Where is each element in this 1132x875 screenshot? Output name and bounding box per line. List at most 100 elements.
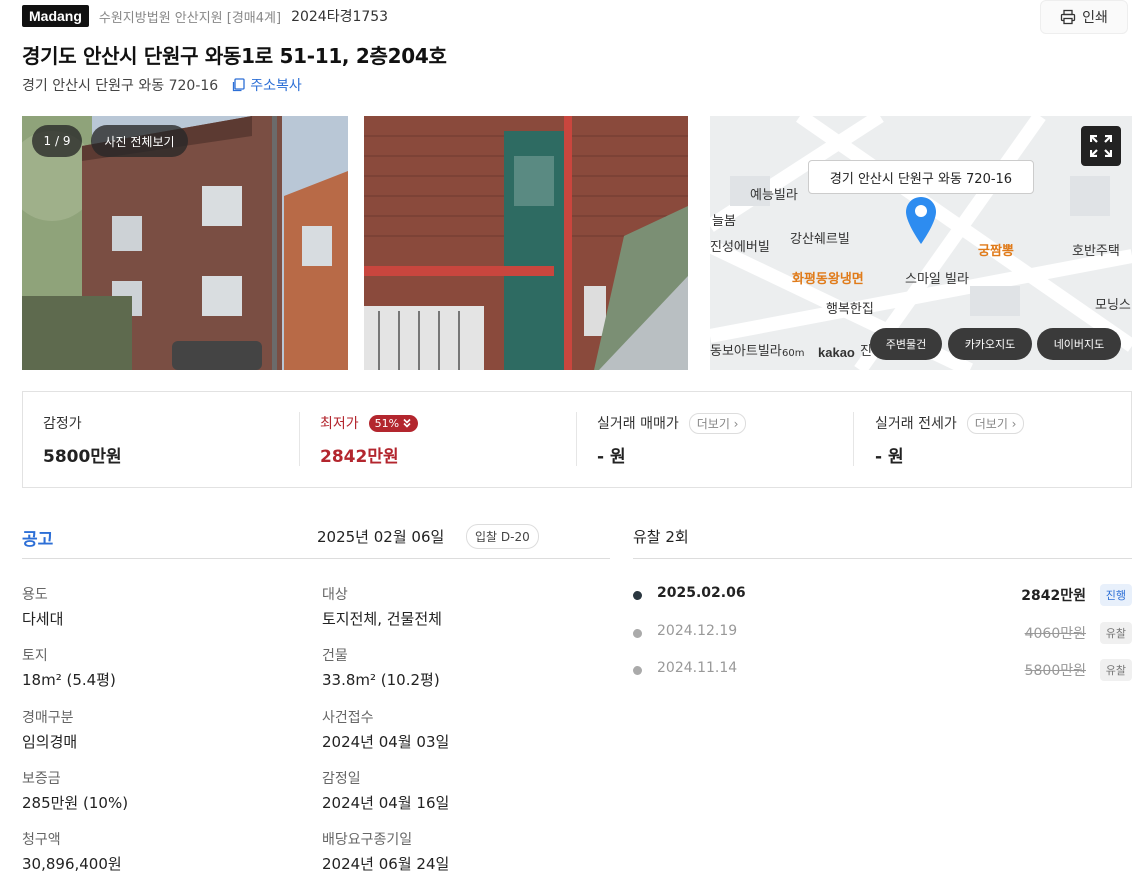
- jeonse-price: 실거래 전세가 더보기 › - 원: [875, 412, 1025, 468]
- copy-address-button[interactable]: 주소복사: [232, 75, 302, 95]
- divider: [299, 412, 300, 466]
- field-label: 대상: [322, 587, 348, 603]
- sale-label: 실거래 매매가: [597, 416, 679, 432]
- field-label: 용도: [22, 587, 48, 603]
- history-date: 2025.02.06: [657, 585, 746, 601]
- field-value: 2024년 04월 16일: [322, 794, 450, 812]
- court-name: 수원지방법원 안산지원 [경매4계]: [98, 10, 282, 26]
- naver-map-button[interactable]: 네이버지도: [1037, 328, 1121, 360]
- jeonse-more-button[interactable]: 더보기 ›: [966, 412, 1025, 434]
- field-value: 18m² (5.4평): [22, 671, 116, 689]
- map-label: 늘봄: [712, 214, 736, 229]
- appraisal-price: 감정가 5800만원: [43, 412, 122, 468]
- map-poi-label: 화평동왕냉면: [792, 272, 864, 287]
- appraisal-label: 감정가: [43, 416, 82, 432]
- status-badge: 유찰: [1099, 659, 1132, 681]
- field-case-received: 사건접수 2024년 04월 03일: [322, 707, 449, 752]
- kakao-logo: kakao: [818, 345, 855, 360]
- field-value: 다세대: [22, 610, 64, 628]
- field-usage: 용도 다세대: [22, 584, 63, 629]
- property-photo-2[interactable]: [364, 116, 688, 370]
- double-chevron-down-icon: [403, 418, 411, 428]
- history-title: 유찰 2회: [633, 528, 689, 546]
- field-target: 대상 토지전체, 건물전체: [322, 584, 442, 629]
- brand-logo[interactable]: Madang: [22, 5, 89, 27]
- history-row: 2025.02.06 2842만원 진행: [633, 584, 1132, 606]
- copy-label: 주소복사: [250, 78, 302, 94]
- field-value: 토지전체, 건물전체: [322, 610, 442, 628]
- minimum-price: 최저가 51% 2842만원: [320, 412, 419, 468]
- field-value: 30,896,400원: [22, 855, 122, 873]
- timeline-dot: [633, 666, 642, 675]
- field-value: 33.8m² (10.2평): [322, 671, 440, 689]
- printer-icon: [1060, 9, 1076, 25]
- status-badge: 진행: [1099, 584, 1132, 606]
- notice-title[interactable]: 공고: [22, 525, 53, 550]
- sale-more-button[interactable]: 더보기 ›: [688, 412, 747, 434]
- timeline-dot: [633, 629, 642, 638]
- nearby-items-button[interactable]: 주변물건: [870, 328, 942, 360]
- map-label: 모닝스: [1095, 298, 1131, 313]
- copy-icon: [233, 78, 245, 92]
- field-label: 건물: [322, 648, 348, 664]
- field-label: 배당요구종기일: [322, 832, 413, 848]
- more-label: 더보기: [696, 416, 730, 431]
- minimum-value: 2842만원: [320, 447, 399, 467]
- print-label: 인쇄: [1082, 10, 1108, 26]
- field-value: 임의경매: [22, 733, 78, 751]
- map-label: 강산쉐르빌: [790, 232, 850, 247]
- field-claim-amount: 청구액 30,896,400원: [22, 829, 122, 874]
- map-label: 행복한집: [826, 302, 874, 317]
- history-header: 유찰 2회: [633, 521, 1132, 559]
- property-photo-main[interactable]: 1 / 9 사진 전체보기: [22, 116, 348, 370]
- sale-price: 실거래 매매가 더보기 › - 원: [597, 412, 747, 468]
- status-badge: 유찰: [1099, 622, 1132, 644]
- sale-value: - 원: [597, 447, 626, 467]
- history-date: 2024.11.14: [657, 660, 738, 676]
- map-address-callout: 경기 안산시 단원구 와동 720-16: [808, 160, 1034, 194]
- map-label: 예능빌라: [750, 188, 798, 203]
- map-pin-icon: [906, 197, 936, 244]
- divider: [576, 412, 577, 466]
- field-deposit: 보증금 285만원 (10%): [22, 768, 128, 813]
- print-button[interactable]: 인쇄: [1040, 0, 1128, 34]
- history-amount: 2842만원: [1021, 588, 1086, 604]
- jeonse-value: - 원: [875, 447, 904, 467]
- history-date: 2024.12.19: [657, 623, 738, 639]
- kakao-map-button[interactable]: 카카오지도: [948, 328, 1032, 360]
- field-building: 건물 33.8m² (10.2평): [322, 645, 440, 690]
- appraisal-value: 5800만원: [43, 447, 122, 467]
- field-value: 2024년 04월 03일: [322, 733, 450, 751]
- expand-map-button[interactable]: [1081, 126, 1121, 166]
- history-amount: 4060만원: [1024, 626, 1086, 642]
- fullscreen-icon: [1090, 135, 1112, 157]
- minimum-pct-badge: 51%: [368, 414, 419, 432]
- field-label: 보증금: [22, 771, 61, 787]
- map-label: 호반주택: [1072, 244, 1120, 259]
- lot-address: 경기 안산시 단원구 와동 720-16: [22, 78, 219, 94]
- timeline-dot: [633, 591, 642, 600]
- photo-counter: 1 / 9: [32, 125, 82, 157]
- minimum-label: 최저가: [320, 416, 359, 432]
- field-appraisal-date: 감정일 2024년 04월 16일: [322, 768, 449, 813]
- map-scale: 60m: [782, 348, 805, 359]
- case-number: 2024타경1753: [291, 9, 389, 25]
- field-value: 285만원 (10%): [22, 794, 129, 812]
- field-label: 감정일: [322, 771, 361, 787]
- page-title: 경기도 안산시 단원구 와동1로 51-11, 2층204호: [22, 44, 447, 68]
- history-row: 2024.12.19 4060만원 유찰: [633, 622, 1132, 644]
- bid-dday-badge: 입찰 D-20: [466, 524, 539, 549]
- view-all-photos-button[interactable]: 사진 전체보기: [91, 125, 188, 157]
- field-label: 청구액: [22, 832, 61, 848]
- jeonse-label: 실거래 전세가: [875, 416, 957, 432]
- field-value: 2024년 06월 24일: [322, 855, 450, 873]
- field-label: 사건접수: [322, 710, 374, 726]
- building-photo-2: [364, 116, 688, 370]
- more-label: 더보기: [974, 416, 1008, 431]
- notice-header: 공고 2025년 02월 06일 입찰 D-20: [22, 521, 610, 559]
- map-label: 스마일 빌라: [905, 272, 969, 287]
- notice-date: 2025년 02월 06일: [317, 528, 445, 546]
- address-row: 경기 안산시 단원구 와동 720-16 주소복사: [22, 75, 302, 95]
- location-map[interactable]: 예능빌라 늘봄 진성에버빌 강산쉐르빌 화평동왕냉면 궁짬뽕 스마일 빌라 호반…: [710, 116, 1132, 370]
- minimum-pct: 51%: [374, 416, 400, 430]
